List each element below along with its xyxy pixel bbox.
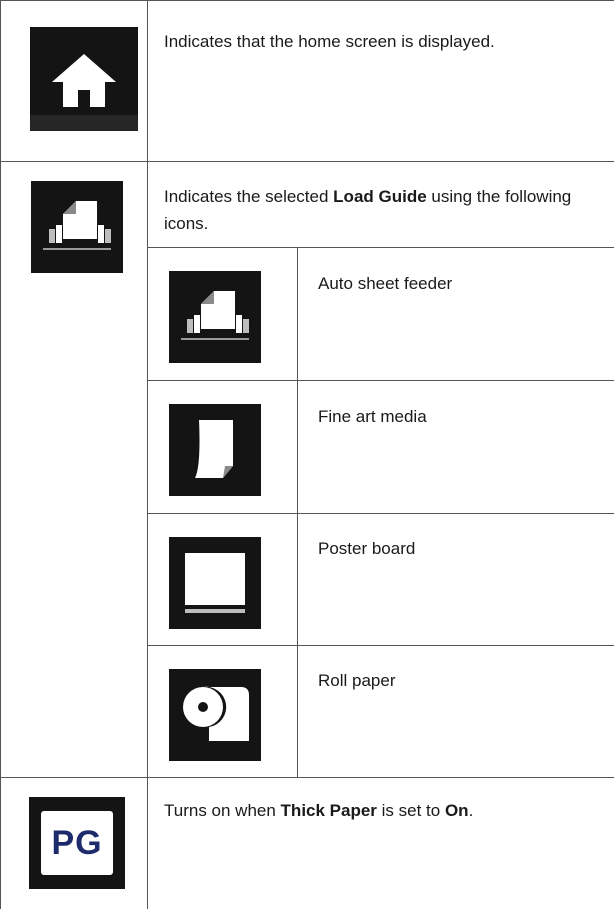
subtable-border-top bbox=[147, 247, 614, 248]
row-divider-2 bbox=[0, 777, 614, 778]
row-divider-1 bbox=[0, 161, 614, 162]
home-description: Indicates that the home screen is displa… bbox=[164, 32, 495, 51]
load-guide-description: Indicates the selected Load Guide using … bbox=[164, 187, 572, 233]
load-guide-term: Load Guide bbox=[333, 187, 427, 206]
table-border-top bbox=[0, 0, 614, 1]
table-border-left bbox=[0, 0, 1, 909]
subtable-row-divider-2 bbox=[147, 513, 614, 514]
home-icon bbox=[30, 27, 138, 131]
subtable-row-divider-3 bbox=[147, 645, 614, 646]
poster-board-label: Poster board bbox=[318, 539, 416, 558]
subtable-row-divider-1 bbox=[147, 380, 614, 381]
auto-sheet-feeder-label: Auto sheet feeder bbox=[318, 274, 453, 293]
icon-description-table: Indicates that the home screen is displa… bbox=[0, 0, 614, 909]
roll-paper-icon bbox=[169, 669, 261, 761]
column-divider bbox=[147, 0, 148, 909]
fine-art-media-label: Fine art media bbox=[318, 407, 427, 426]
pg-thick-paper-icon: PG bbox=[29, 797, 125, 889]
roll-paper-label: Roll paper bbox=[318, 671, 396, 690]
load-guide-icon bbox=[31, 181, 123, 273]
subtable-column-divider bbox=[297, 247, 298, 777]
poster-board-icon bbox=[169, 537, 261, 629]
thick-paper-description: Turns on when Thick Paper is set to On. bbox=[164, 801, 474, 820]
fine-art-media-icon bbox=[169, 404, 261, 496]
auto-sheet-feeder-icon bbox=[169, 271, 261, 363]
pg-icon-text: PG bbox=[51, 824, 103, 862]
thick-paper-term: Thick Paper bbox=[280, 801, 377, 820]
on-term: On bbox=[444, 801, 469, 820]
